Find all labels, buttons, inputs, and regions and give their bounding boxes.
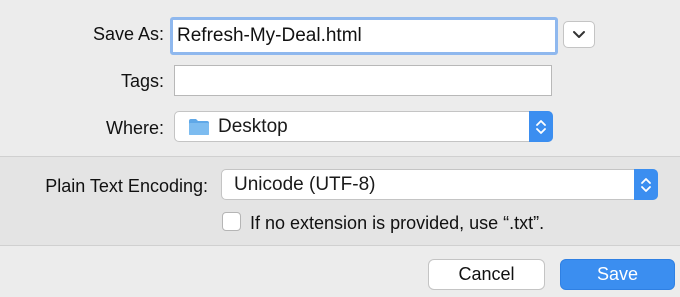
where-popup[interactable]: Desktop [174, 111, 553, 142]
tags-label: Tags: [120, 71, 164, 91]
folder-icon [189, 118, 209, 135]
extension-checkbox[interactable] [222, 212, 241, 231]
save-as-value: Refresh-My-Deal.html [177, 25, 362, 46]
section-divider-bottom [0, 245, 680, 246]
where-label: Where: [105, 118, 164, 138]
extension-checkbox-label: If no extension is provided, use “.txt”. [250, 213, 545, 233]
expand-dialog-button[interactable] [563, 21, 595, 48]
encoding-stepper [634, 169, 658, 200]
tags-input[interactable] [174, 65, 552, 96]
up-down-chevron-icon [536, 119, 546, 134]
encoding-popup[interactable]: Unicode (UTF-8) [221, 169, 658, 200]
save-as-label: Save As: [92, 24, 164, 44]
save-as-input[interactable]: Refresh-My-Deal.html [170, 17, 558, 55]
save-button[interactable]: Save [560, 259, 675, 290]
cancel-button[interactable]: Cancel [428, 259, 545, 290]
encoding-label: Plain Text Encoding: [45, 176, 208, 196]
chevron-down-icon [573, 31, 585, 38]
where-value: Desktop [218, 115, 288, 137]
cancel-button-label: Cancel [458, 264, 515, 284]
encoding-value: Unicode (UTF-8) [234, 173, 376, 195]
where-stepper [529, 111, 553, 142]
up-down-chevron-icon [641, 177, 651, 192]
save-button-label: Save [596, 264, 639, 284]
